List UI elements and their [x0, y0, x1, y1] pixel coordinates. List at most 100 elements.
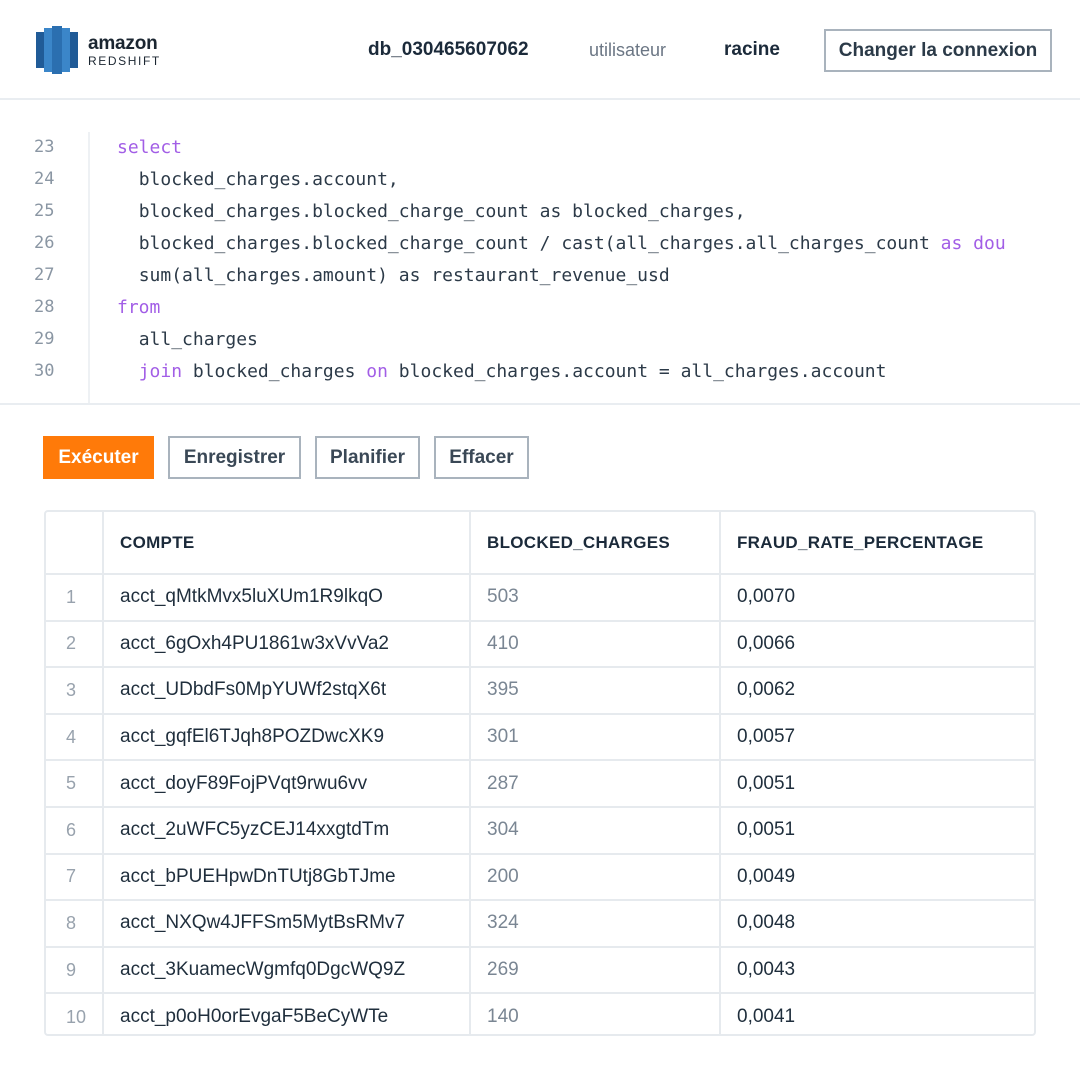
sql-token: all_charges [138, 329, 258, 350]
row-index: 9 [46, 946, 104, 995]
account-cell: acct_gqfEl6TJqh8POZDwcXK9 [103, 713, 471, 762]
clear-button[interactable]: Effacer [434, 436, 529, 479]
blocked-charges-cell: 200 [470, 853, 721, 902]
row-index: 1 [46, 574, 104, 622]
sql-token: sum(all_charges.amount) as restaurant_re… [138, 265, 670, 286]
fraud-rate-cell: 0,0066 [720, 620, 1034, 669]
column-header-index [46, 512, 104, 575]
sql-keyword: join [138, 361, 183, 382]
line-number: 25 [34, 201, 55, 221]
row-index: 3 [46, 667, 104, 715]
column-header-fraud-rate[interactable]: FRAUD_RATE_PERCENTAGE [720, 512, 1034, 575]
sql-keyword: select [117, 137, 183, 158]
column-header-account[interactable]: COMPTE [103, 512, 471, 575]
user-label: utilisateur [589, 40, 667, 60]
logo-amazon-text: amazon [88, 32, 158, 54]
code-text: all_charges [117, 329, 258, 350]
table-row[interactable]: 9 acct_3KuamecWgmfq0DgcWQ9Z 269 0,0043 [46, 946, 1034, 995]
code-text: blocked_charges.blocked_charge_count as … [117, 201, 746, 222]
fraud-rate-cell: 0,0043 [720, 946, 1034, 995]
table-row[interactable]: 4 acct_gqfEl6TJqh8POZDwcXK9 301 0,0057 [46, 713, 1034, 762]
change-connection-button[interactable]: Changer la connexion [824, 29, 1052, 72]
redshift-logo-icon [36, 26, 78, 74]
sql-token: blocked_charges.blocked_charge_count / c… [138, 233, 941, 254]
sql-keyword: on [366, 361, 388, 382]
database-name: db_030465607062 [368, 39, 529, 60]
sql-keyword: from [117, 297, 161, 318]
blocked-charges-cell: 395 [470, 667, 721, 715]
code-text: sum(all_charges.amount) as restaurant_re… [117, 265, 670, 286]
logo-redshift-text: REDSHIFT [88, 53, 161, 68]
fraud-rate-cell: 0,0051 [720, 760, 1034, 808]
table-header-row: COMPTE BLOCKED_CHARGES FRAUD_RATE_PERCEN… [46, 512, 1034, 575]
blocked-charges-cell: 304 [470, 806, 721, 855]
user-name: racine [724, 39, 780, 60]
table-row[interactable]: 10 acct_p0oH0orEvgaF5BeCyWTe 140 0,0041 [46, 993, 1034, 1034]
line-number: 29 [34, 329, 55, 349]
blocked-charges-cell: 410 [470, 620, 721, 669]
fraud-rate-cell: 0,0048 [720, 900, 1034, 948]
account-cell: acct_bPUEHpwDnTUtj8GbTJme [103, 853, 471, 902]
sql-token: blocked_charges.blocked_charge_count as … [138, 201, 746, 222]
app-header: amazon REDSHIFT db_030465607062 utilisat… [0, 0, 1080, 100]
blocked-charges-cell: 287 [470, 760, 721, 808]
table-row[interactable]: 5 acct_doyF89FojPVqt9rwu6vv 287 0,0051 [46, 760, 1034, 808]
row-index: 10 [46, 993, 104, 1034]
line-number: 30 [34, 361, 55, 381]
code-text: join blocked_charges on blocked_charges.… [117, 361, 887, 382]
line-number: 28 [34, 297, 55, 317]
account-cell: acct_3KuamecWgmfq0DgcWQ9Z [103, 946, 471, 995]
account-cell: acct_6gOxh4PU1861w3xVvVa2 [103, 620, 471, 669]
account-cell: acct_UDbdFs0MpYUWf2stqX6t [103, 667, 471, 715]
table-row[interactable]: 3 acct_UDbdFs0MpYUWf2stqX6t 395 0,0062 [46, 667, 1034, 715]
blocked-charges-cell: 503 [470, 574, 721, 622]
code-text: from [117, 297, 160, 318]
account-cell: acct_qMtkMvx5luXUm1R9lkqO [103, 574, 471, 622]
blocked-charges-cell: 301 [470, 713, 721, 762]
gutter-divider [88, 132, 90, 403]
fraud-rate-cell: 0,0049 [720, 853, 1034, 902]
code-text: blocked_charges.account, [117, 169, 399, 190]
row-index: 2 [46, 620, 104, 669]
sql-token: blocked_charges.account, [138, 169, 399, 190]
row-index: 4 [46, 713, 104, 762]
code-text: blocked_charges.blocked_charge_count / c… [117, 233, 1006, 254]
account-cell: acct_NXQw4JFFSm5MytBsRMv7 [103, 900, 471, 948]
code-text: select [117, 137, 182, 158]
blocked-charges-cell: 140 [470, 993, 721, 1034]
sql-token: blocked_charges [182, 361, 367, 382]
sql-keyword: as [940, 233, 963, 254]
table-row[interactable]: 2 acct_6gOxh4PU1861w3xVvVa2 410 0,0066 [46, 620, 1034, 669]
blocked-charges-cell: 324 [470, 900, 721, 948]
line-number: 27 [34, 265, 55, 285]
table-row[interactable]: 1 acct_qMtkMvx5luXUm1R9lkqO 503 0,0070 [46, 574, 1034, 622]
blocked-charges-cell: 269 [470, 946, 721, 995]
account-cell: acct_p0oH0orEvgaF5BeCyWTe [103, 993, 471, 1034]
table-row[interactable]: 6 acct_2uWFC5yzCEJ14xxgtdTm 304 0,0051 [46, 806, 1034, 855]
table-row[interactable]: 8 acct_NXQw4JFFSm5MytBsRMv7 324 0,0048 [46, 900, 1034, 948]
run-button[interactable]: Exécuter [43, 436, 154, 479]
account-cell: acct_2uWFC5yzCEJ14xxgtdTm [103, 806, 471, 855]
line-number: 24 [34, 169, 55, 189]
fraud-rate-cell: 0,0051 [720, 806, 1034, 855]
line-number: 26 [34, 233, 55, 253]
results-table: COMPTE BLOCKED_CHARGES FRAUD_RATE_PERCEN… [44, 510, 1036, 1036]
fraud-rate-cell: 0,0041 [737, 1006, 796, 1028]
amazon-redshift-logo: amazon REDSHIFT [36, 26, 161, 74]
account-cell: acct_doyF89FojPVqt9rwu6vv [103, 760, 471, 808]
row-index: 7 [46, 853, 104, 902]
schedule-button[interactable]: Planifier [315, 436, 420, 479]
line-number: 23 [34, 137, 55, 157]
table-row[interactable]: 7 acct_bPUEHpwDnTUtj8GbTJme 200 0,0049 [46, 853, 1034, 902]
save-button[interactable]: Enregistrer [168, 436, 301, 479]
column-header-blocked-charges[interactable]: BLOCKED_CHARGES [470, 512, 721, 575]
fraud-rate-cell: 0,0070 [720, 574, 1034, 622]
fraud-rate-cell: 0,0062 [720, 667, 1034, 715]
sql-editor[interactable]: 23 select 24 blocked_charges.account, 25 bl… [0, 102, 1080, 405]
